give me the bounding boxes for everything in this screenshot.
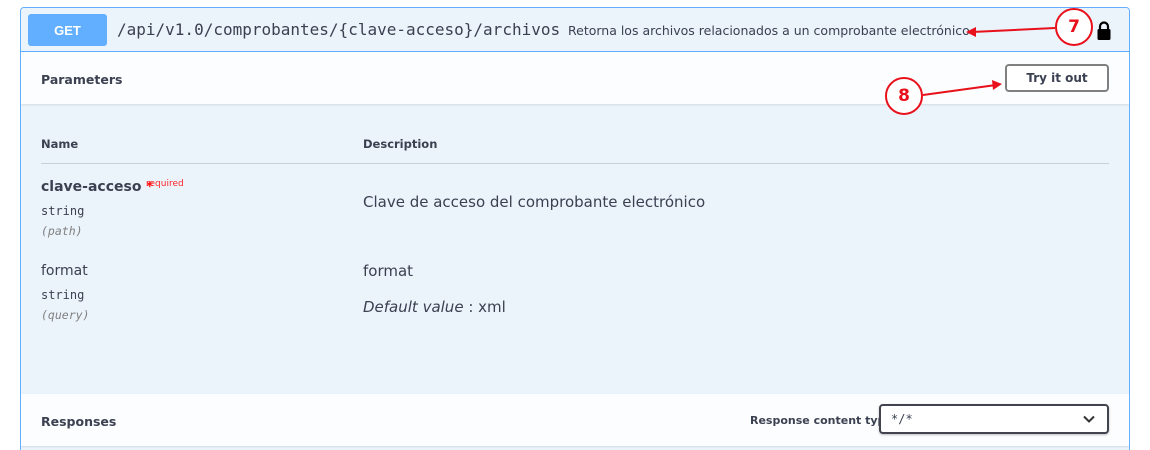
param-type: string [41,204,85,218]
table-divider [41,163,1109,164]
parameters-header: Parameters Try it out [21,52,1129,104]
param-location: (query) [41,308,90,322]
column-description-header: Description [363,137,438,151]
param-location: (path) [41,224,83,238]
param-description: Clave de acceso del comprobante electrón… [363,193,706,211]
response-content-type-label: Response content type [750,414,893,427]
operation-summary[interactable]: GET /api/v1.0/comprobantes/{clave-acceso… [21,8,1129,52]
param-name-format: format [41,263,88,279]
callout-7: 7 [1055,8,1093,46]
operation-block: GET /api/v1.0/comprobantes/{clave-acceso… [20,7,1130,450]
select-value: */* [891,412,913,426]
responses-header: Responses Response content type */* [21,394,1129,446]
column-name-header: Name [41,137,79,151]
method-badge: GET [28,14,107,46]
try-it-out-button[interactable]: Try it out [1005,64,1109,92]
param-description: format [363,262,414,280]
callout-8: 8 [885,77,923,115]
param-type: string [41,288,85,302]
response-content-type-select[interactable]: */* [879,404,1109,434]
endpoint-path: /api/v1.0/comprobantes/{clave-acceso}/ar… [117,20,561,39]
required-label: required [146,179,184,189]
responses-title: Responses [41,414,117,429]
parameters-title: Parameters [41,72,123,87]
chevron-down-icon [1083,415,1095,423]
lock-icon[interactable] [1096,21,1112,41]
endpoint-description: Retorna los archivos relacionados a un c… [568,23,970,38]
param-name-clave-acceso: clave-acceso * [41,179,154,195]
param-default-value: Default value : xml [363,298,506,316]
